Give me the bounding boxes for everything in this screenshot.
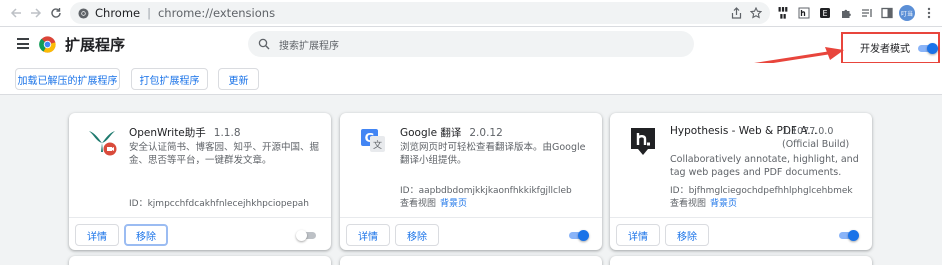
extension-button-html[interactable]: ▮▮▮ ▮▮ (774, 4, 792, 22)
inspect-views: 查看视图 背景页 (400, 199, 468, 209)
hypothesis-small-icon (798, 7, 810, 19)
actions-bar: 加载已解压的扩展程序 打包扩展程序 更新 (0, 63, 942, 95)
extension-button-dark[interactable]: E (816, 4, 834, 22)
html-extension-icon: ▮▮▮ ▮▮ (778, 6, 788, 20)
extension-card-partial (69, 256, 331, 265)
share-icon (731, 7, 741, 19)
update-button[interactable]: 更新 (218, 68, 259, 90)
extension-description: 安全认证简书、博客园、知乎、开源中国、掘金、思否等平台，一键群发文章。 (129, 142, 320, 166)
remove-button[interactable]: 移除 (124, 224, 168, 246)
extension-description: 浏览网页时可轻松查看翻译版本。由Google翻译小组提供。 (400, 142, 586, 166)
dark-extension-icon: E (820, 8, 830, 18)
omnibox-url: chrome://extensions (157, 6, 276, 20)
reload-button[interactable] (46, 3, 66, 23)
share-button[interactable] (727, 4, 745, 22)
card-footer: 详情 移除 (340, 217, 602, 250)
extension-card-google-translate: G 文 Google 翻译 2.0.12 浏览网页时可轻松查看翻译版本。由Goog… (340, 113, 602, 250)
extension-id: ID：kjmpcchfdcakhfnlecejhkhpciopepah (129, 199, 310, 209)
remove-button[interactable]: 移除 (395, 224, 439, 246)
openwrite-icon (89, 131, 117, 156)
reading-list-icon (862, 9, 872, 17)
extension-card-partial (340, 256, 602, 265)
extension-version: 1.1077.0.0 (Official Build) (782, 126, 850, 150)
star-icon (750, 7, 762, 19)
kebab-menu-icon (927, 7, 931, 19)
extension-card-hypothesis: Hypothesis - Web & PDF A... 1.1077.0.0 (… (610, 113, 872, 250)
extension-version: 1.1.8 (213, 127, 241, 139)
extension-description: Collaboratively annotate, highlight, and… (670, 154, 859, 178)
omnibox-host: Chrome (95, 6, 141, 20)
card-footer: 详情 移除 (69, 217, 331, 250)
extension-card-partial (610, 256, 872, 265)
side-panel-button[interactable] (878, 4, 896, 22)
browser-menu-button[interactable] (920, 4, 938, 22)
remove-button[interactable]: 移除 (665, 224, 709, 246)
details-button[interactable]: 详情 (346, 224, 390, 246)
extension-card-openwrite: OpenWrite助手 1.1.8 安全认证简书、博客园、知乎、开源中国、掘金、思… (69, 113, 331, 250)
card-footer: 详情 移除 (610, 217, 872, 250)
search-placeholder: 搜索扩展程序 (279, 40, 339, 52)
browser-toolbar: Chrome | chrome://extensions ▮▮▮ ▮▮ E 叮当 (0, 0, 942, 27)
svg-text:文: 文 (373, 139, 382, 151)
chrome-logo-icon (39, 36, 56, 53)
svg-text:E: E (822, 9, 827, 18)
forward-button[interactable] (26, 3, 46, 23)
page-title: 扩展程序 (65, 36, 126, 54)
bookmark-star-button[interactable] (747, 4, 765, 22)
puzzle-icon (842, 9, 851, 18)
extension-enable-toggle[interactable] (567, 229, 589, 241)
omnibox-separator: | (147, 6, 151, 20)
extension-id: ID：bjfhmglciegochdpefhhlphglcehbmek (670, 186, 853, 196)
inspect-views: 查看视图 背景页 (670, 199, 738, 209)
search-icon (258, 38, 270, 50)
extension-id: ID：aapbdbdomjkkjkaonfhkkikfgjllcleb (400, 186, 572, 196)
hypothesis-icon (631, 128, 655, 155)
details-button[interactable]: 详情 (75, 224, 119, 246)
extensions-menu-button[interactable] (837, 4, 855, 22)
back-button[interactable] (6, 3, 26, 23)
developer-mode-highlight: 开发者模式 (841, 32, 940, 64)
back-arrow-icon (10, 8, 21, 18)
extension-version: 2.0.12 (469, 127, 503, 139)
developer-mode-label: 开发者模式 (860, 44, 910, 55)
extension-enable-toggle[interactable] (837, 229, 859, 241)
address-bar[interactable]: Chrome | chrome://extensions (70, 2, 770, 24)
extension-name: OpenWrite助手 1.1.8 (129, 127, 241, 139)
background-page-link[interactable]: 背景页 (440, 199, 467, 209)
profile-avatar[interactable]: 叮当 (899, 5, 915, 21)
side-panel-icon (881, 7, 893, 19)
reading-list-button[interactable] (858, 4, 876, 22)
hamburger-menu-icon[interactable] (17, 38, 29, 49)
extension-enable-toggle[interactable] (296, 229, 318, 241)
google-translate-icon: G 文 (361, 129, 385, 152)
extension-name: Google 翻译 2.0.12 (400, 127, 503, 139)
search-extensions-input[interactable]: 搜索扩展程序 (248, 31, 694, 57)
developer-mode-toggle[interactable] (916, 42, 938, 54)
forward-arrow-icon (31, 8, 42, 18)
load-unpacked-button[interactable]: 加载已解压的扩展程序 (15, 68, 120, 90)
details-button[interactable]: 详情 (616, 224, 660, 246)
reload-icon (51, 8, 61, 18)
chrome-logo-icon (78, 7, 89, 19)
extension-button-hypothesis[interactable] (795, 4, 813, 22)
pack-extension-button[interactable]: 打包扩展程序 (131, 68, 208, 90)
background-page-link[interactable]: 背景页 (710, 199, 737, 209)
